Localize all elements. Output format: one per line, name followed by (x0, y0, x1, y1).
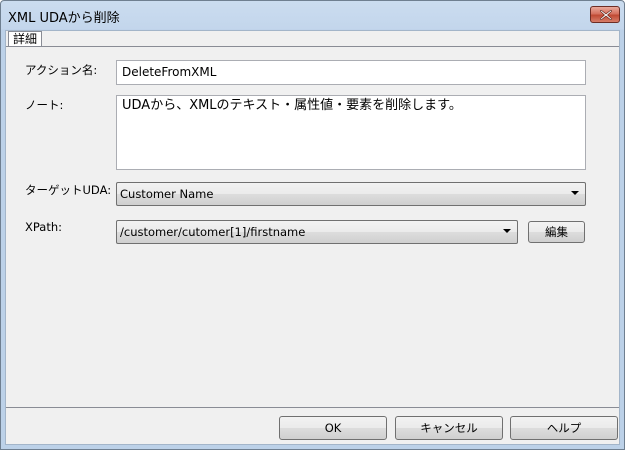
target-uda-label: ターゲットUDA: (25, 183, 112, 197)
ok-button[interactable]: OK (279, 416, 387, 440)
xpath-value: /customer/cutomer[1]/firstname (120, 225, 306, 239)
chevron-down-icon (571, 191, 579, 195)
dialog-body: 詳細 アクション名: DeleteFromXML ノート: UDAから、XMLの… (5, 30, 620, 445)
help-button-label: ヘルプ (546, 421, 582, 435)
action-name-label: アクション名: (25, 63, 98, 77)
close-icon (600, 10, 612, 20)
title-bar[interactable]: XML UDAから削除 (1, 1, 624, 29)
ok-button-label: OK (324, 421, 342, 435)
note-value: UDAから、XMLのテキスト・属性値・要素を削除します。 (122, 98, 462, 113)
chevron-down-icon (503, 229, 511, 233)
target-uda-value: Customer Name (120, 187, 214, 201)
help-button[interactable]: ヘルプ (510, 416, 618, 440)
cancel-button[interactable]: キャンセル (395, 416, 503, 440)
details-panel: アクション名: DeleteFromXML ノート: UDAから、XMLのテキス… (6, 46, 619, 408)
cancel-button-label: キャンセル (420, 421, 478, 435)
dialog-window: XML UDAから削除 詳細 アクション名: DeleteFromXML ノート… (0, 0, 625, 450)
action-name-input[interactable]: DeleteFromXML (116, 60, 586, 85)
tab-label: 詳細 (12, 32, 37, 46)
note-label: ノート: (25, 98, 64, 112)
window-title: XML UDAから削除 (8, 11, 120, 26)
action-name-value: DeleteFromXML (122, 65, 217, 79)
target-uda-select[interactable]: Customer Name (116, 182, 586, 206)
note-textarea[interactable]: UDAから、XMLのテキスト・属性値・要素を削除します。 (116, 95, 586, 170)
xpath-select[interactable]: /customer/cutomer[1]/firstname (116, 220, 518, 244)
tab-details[interactable]: 詳細 (8, 31, 42, 47)
edit-button-label: 編集 (545, 225, 568, 239)
edit-button[interactable]: 編集 (528, 221, 585, 243)
xpath-label: XPath: (25, 220, 63, 234)
close-button[interactable] (590, 6, 620, 23)
